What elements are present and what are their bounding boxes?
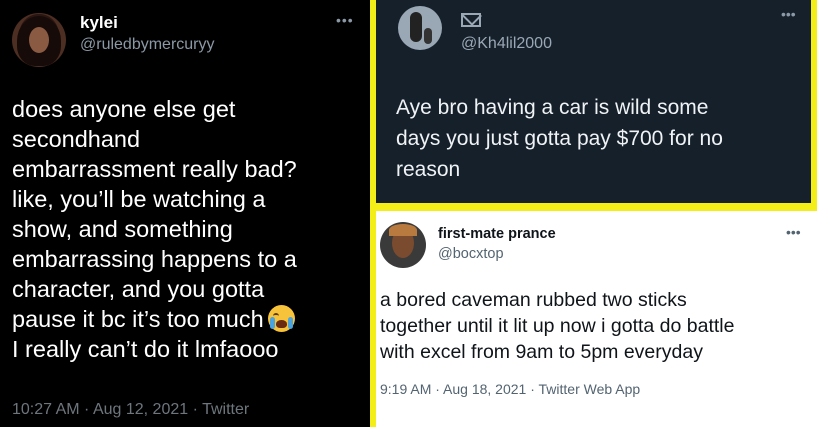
avatar-figure-small (424, 28, 432, 44)
tweet-text-line: character, and you gotta (12, 276, 265, 302)
avatar[interactable] (12, 13, 66, 67)
user-handle[interactable]: @bocxtop (438, 246, 504, 262)
tweet-text-line: together until it lit up now i gotta do … (380, 315, 735, 337)
tweet-timestamp[interactable]: 9:19 AM · Aug 18, 2021 · Twitter Web App (380, 381, 640, 397)
tweet-text-line: a bored caveman rubbed two sticks (380, 289, 687, 311)
avatar-figure (410, 12, 422, 42)
horizontal-divider (370, 203, 817, 211)
tweet-card-bottom-right: first-mate prance @bocxtop ••• a bored c… (376, 211, 817, 427)
tweet-text-line: embarrassment really bad? (12, 156, 297, 182)
tweet-text-line: show, and something (12, 216, 233, 242)
tweet-text: a bored caveman rubbed two sticks togeth… (380, 287, 814, 365)
tweet-text-line: secondhand (12, 126, 141, 152)
tweet-text-line: pause it bc it’s too much (12, 306, 264, 332)
more-options-icon[interactable]: ••• (786, 224, 801, 240)
display-name[interactable]: first-mate prance (438, 226, 556, 242)
tweet-text-line: Aye bro having a car is wild some (396, 96, 709, 119)
tweet-card-top-right: @Kh4lil2000 ••• Aye bro having a car is … (376, 0, 817, 203)
user-handle[interactable]: @Kh4lil2000 (461, 35, 552, 53)
tweet-text-line: like, you’ll be watching a (12, 186, 266, 212)
avatar[interactable] (380, 222, 426, 268)
tweet-text-line: does anyone else get (12, 96, 236, 122)
tweet-text-line: reason (396, 158, 461, 181)
loudly-crying-face-icon (267, 305, 295, 332)
tweet-text-line-with-emoji: pause it bc it’s too much (12, 304, 368, 334)
tweet-card-left: kylei @ruledbymercuryy ••• does anyone e… (0, 0, 370, 427)
more-options-icon[interactable]: ••• (781, 6, 796, 22)
tweet-text-line: days you just gotta pay $700 for no (396, 127, 723, 150)
envelope-icon (461, 13, 481, 27)
more-options-icon[interactable]: ••• (336, 12, 354, 28)
avatar[interactable] (398, 6, 442, 50)
tweet-text-line: embarrassing happens to a (12, 246, 297, 272)
tweet-text-line: I really can’t do it lmfaooo (12, 336, 279, 362)
avatar-hair (389, 224, 417, 236)
tweet-timestamp[interactable]: 10:27 AM · Aug 12, 2021 · Twitter (12, 401, 249, 419)
user-handle[interactable]: @ruledbymercuryy (80, 36, 215, 54)
avatar-face (29, 27, 49, 53)
tweet-text-line: with excel from 9am to 5pm everyday (380, 341, 703, 363)
tweet-text: Aye bro having a car is wild some days y… (396, 92, 796, 185)
display-name[interactable]: kylei (80, 13, 118, 33)
tweet-text: does anyone else get secondhand embarras… (12, 94, 368, 364)
